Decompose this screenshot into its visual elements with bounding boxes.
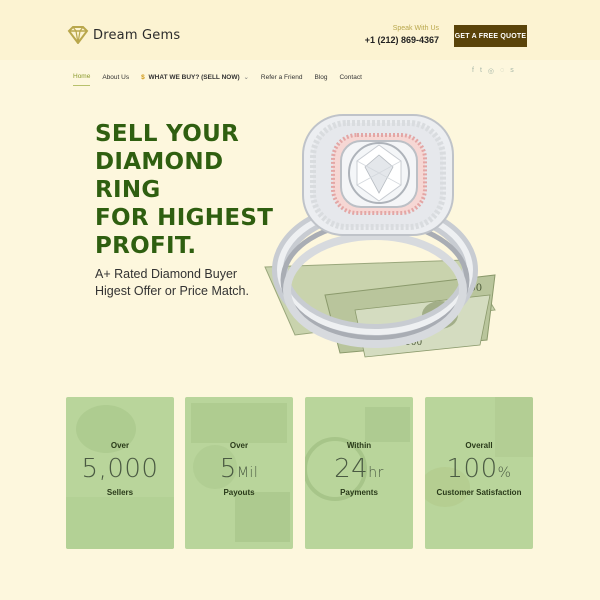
nav-what-we-buy-label: WHAT WE BUY? (SELL NOW) (148, 74, 240, 81)
facebook-icon[interactable]: f (472, 67, 474, 75)
stat-pre: Overall (465, 441, 493, 450)
nav-what-we-buy[interactable]: $ WHAT WE BUY? (SELL NOW) ⌄ (141, 73, 249, 81)
contact-block: Speak With Us +1 (212) 869-4367 (365, 25, 439, 45)
stat-card-payments: Within 24hr Payments (305, 397, 413, 549)
stat-value: 5,000 (81, 454, 159, 484)
stat-card-satisfaction: Overall 100% Customer Satisfaction (425, 397, 533, 549)
chevron-down-icon: ⌄ (243, 74, 249, 81)
twitter-icon[interactable]: t (480, 67, 482, 75)
nav-blog[interactable]: Blog (314, 74, 327, 81)
diamond-logo-icon (67, 26, 89, 44)
stat-value: 5Mil (219, 454, 259, 484)
nav-contact[interactable]: Contact (339, 74, 361, 81)
brand-logo[interactable]: Dream Gems (67, 26, 180, 44)
stat-value: 100% (446, 454, 512, 484)
brand-name: Dream Gems (93, 27, 181, 43)
stat-label: Sellers (106, 488, 134, 497)
stats-section: Over 5,000 Sellers Over 5Mil Payouts Wit… (66, 397, 533, 549)
instagram-icon[interactable]: ◎ (488, 67, 494, 75)
nav-about[interactable]: About Us (102, 74, 129, 81)
skype-icon[interactable]: s (510, 67, 514, 75)
stat-card-sellers: Over 5,000 Sellers (66, 397, 174, 549)
speak-label: Speak With Us (392, 25, 439, 32)
social-links: f t ◎ ◌ s (472, 67, 520, 75)
dollar-icon: $ (141, 74, 145, 81)
stat-card-payouts: Over 5Mil Payouts (185, 397, 293, 549)
stat-label: Customer Satisfaction (436, 488, 522, 497)
center-diamond (348, 142, 410, 204)
nav-home[interactable]: Home (73, 73, 91, 86)
nav-refer[interactable]: Refer a Friend (261, 74, 303, 81)
diamond-ring-image: 100 100 (264, 114, 496, 358)
stat-label: Payouts (223, 488, 255, 497)
header: Dream Gems Speak With Us +1 (212) 869-43… (0, 0, 600, 60)
stat-pre: Over (110, 441, 130, 450)
free-quote-button[interactable]: GET A FREE QUOTE (454, 25, 527, 47)
phone-number[interactable]: +1 (212) 869-4367 (365, 35, 439, 45)
main-nav: Home About Us $ WHAT WE BUY? (SELL NOW) … (73, 68, 374, 86)
stat-pre: Over (229, 441, 249, 450)
stat-pre: Within (346, 441, 372, 450)
stat-label: Payments (340, 488, 378, 497)
whatsapp-icon[interactable]: ◌ (500, 67, 504, 75)
stat-value: 24hr (334, 454, 384, 484)
